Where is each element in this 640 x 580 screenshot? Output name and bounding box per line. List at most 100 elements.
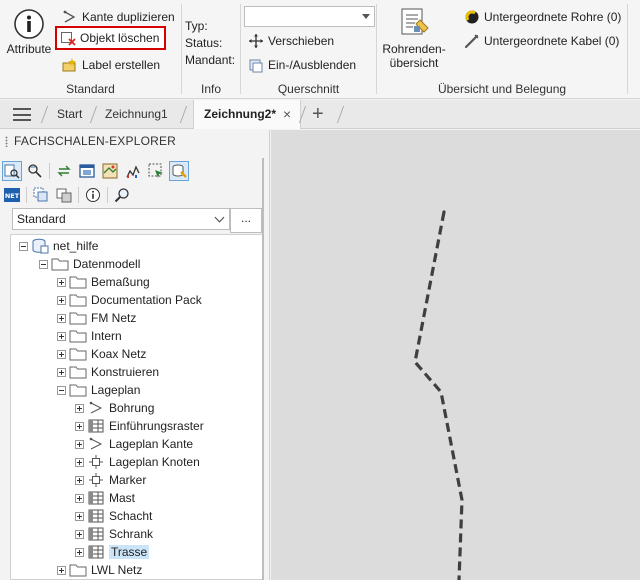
tree-folder[interactable]: Intern [57,327,122,345]
net-logo-icon[interactable]: NET [2,185,22,205]
objekt-loeschen-button[interactable]: Objekt löschen [54,26,167,50]
close-tab-icon[interactable]: × [283,100,291,129]
info-circle-icon[interactable] [83,185,103,205]
kante-duplizieren-label: Kante duplizieren [82,10,175,24]
tab-start[interactable]: Start [57,100,82,129]
trasse-polyline[interactable] [271,130,640,580]
expand-toggle-icon[interactable] [75,421,84,431]
collapse-toggle-icon[interactable] [57,385,66,395]
expand-toggle-icon[interactable] [57,367,66,377]
statistics-icon[interactable] [123,161,143,181]
tree-item-mast[interactable]: Mast [75,489,135,507]
folder-icon [51,256,69,272]
expand-toggle-icon[interactable] [57,313,66,323]
toolbar-separator [78,187,79,203]
delete-object-icon [60,30,76,46]
tree-item-schrank[interactable]: Schrank [75,525,153,543]
database-edit-icon[interactable] [169,161,189,181]
expand-toggle-icon[interactable] [75,547,84,557]
tree-node-root[interactable]: net_hilfe [19,237,98,255]
window-icon[interactable] [77,161,97,181]
tree-item-lageplan-knoten[interactable]: Lageplan Knoten [75,453,200,471]
expand-toggle-icon[interactable] [75,457,84,467]
copy-objects-icon[interactable] [31,185,51,205]
tree-item-marker[interactable]: Marker [75,471,146,489]
explorer-scrollbar[interactable] [262,158,264,580]
label-erstellen-button[interactable]: Label erstellen [62,57,160,73]
group-label-uebersicht: Übersicht und Belegung [437,82,567,96]
info-status: Status: [185,36,223,50]
expand-toggle-icon[interactable] [57,331,66,341]
collapse-toggle-icon[interactable] [19,241,28,251]
folder-icon [69,364,87,380]
expand-toggle-icon[interactable] [75,529,84,539]
folder-icon [69,562,87,578]
expand-toggle-icon[interactable] [57,565,66,575]
toolbar-separator [26,187,27,203]
table-icon [87,490,105,506]
expand-toggle-icon[interactable] [75,511,84,521]
add-tab-icon[interactable]: + [312,102,324,126]
expand-toggle-icon[interactable] [75,493,84,503]
profile-select[interactable]: Standard [12,208,230,230]
chevron-down-icon [214,212,225,223]
layers-icon[interactable] [54,185,74,205]
expand-toggle-icon[interactable] [57,295,66,305]
tree-folder[interactable]: LWL Netz [57,561,142,579]
tree-folder[interactable]: Bemaßung [57,273,150,291]
tree-folder[interactable]: Koax Netz [57,345,146,363]
folder-icon [69,310,87,326]
refresh-icon[interactable] [54,161,74,181]
tree-folder[interactable]: Konstruieren [57,363,159,381]
collapse-toggle-icon[interactable] [39,259,48,269]
attribute-button[interactable]: Attribute [4,8,54,56]
edge-icon [87,400,105,416]
folder-icon [69,292,87,308]
expand-toggle-icon[interactable] [57,277,66,287]
expand-toggle-icon[interactable] [75,475,84,485]
table-icon [87,544,105,560]
tree-node-label: Marker [109,473,147,487]
search-tree-icon[interactable] [2,161,22,181]
ribbon-group-uebersicht: Übersicht und Belegung [377,0,627,99]
folder-icon [69,274,87,290]
fachschalen-explorer-panel: FACHSCHALEN-EXPLORER NET Standard ... ne… [0,130,270,580]
tree-node-label: Documentation Pack [91,293,202,307]
folder-icon [69,382,87,398]
tree-item-trasse[interactable]: Trasse [75,543,150,561]
label-create-icon [62,57,78,73]
tree-item-lageplan-kante[interactable]: Lageplan Kante [75,435,193,453]
tree-node-datenmodell[interactable]: Datenmodell [39,255,140,273]
tab-zeichnung1[interactable]: Zeichnung1 [105,100,168,129]
ribbon-separator [627,4,628,94]
tree-item-schacht[interactable]: Schacht [75,507,152,525]
explorer-toolbar-2: NET [2,184,264,206]
filter-tree-icon[interactable] [25,161,45,181]
tree-item-einfuehrungsraster[interactable]: Einführungsraster [75,417,204,435]
drawing-canvas[interactable] [271,130,640,580]
kante-duplizieren-button[interactable]: Kante duplizieren [62,9,175,25]
tree-folder[interactable]: Documentation Pack [57,291,202,309]
tab-divider [89,106,98,123]
expand-toggle-icon[interactable] [75,403,84,413]
tree-node-label: Konstruieren [91,365,160,379]
menu-icon[interactable] [13,108,31,121]
ribbon-group-info: Typ: Status: Mandant: Info [182,0,240,99]
map-layer-icon[interactable] [100,161,120,181]
tree-node-label: Lageplan [91,383,141,397]
database-icon [31,238,49,254]
tree-node-label: Schrank [109,527,154,541]
select-items-icon[interactable] [146,161,166,181]
info-mandant: Mandant: [185,53,236,67]
profile-options-button[interactable]: ... [230,208,262,233]
tree-node-label: LWL Netz [91,563,143,577]
tree-item-bohrung[interactable]: Bohrung [75,399,154,417]
node-icon [87,454,105,470]
expand-toggle-icon[interactable] [57,349,66,359]
edge-duplicate-icon [62,9,78,25]
tree-folder-lageplan[interactable]: Lageplan [57,381,140,399]
tab-zeichnung2-label: Zeichnung2* [204,107,277,121]
tree-folder[interactable]: FM Netz [57,309,136,327]
expand-toggle-icon[interactable] [75,439,84,449]
search-icon[interactable] [112,185,132,205]
